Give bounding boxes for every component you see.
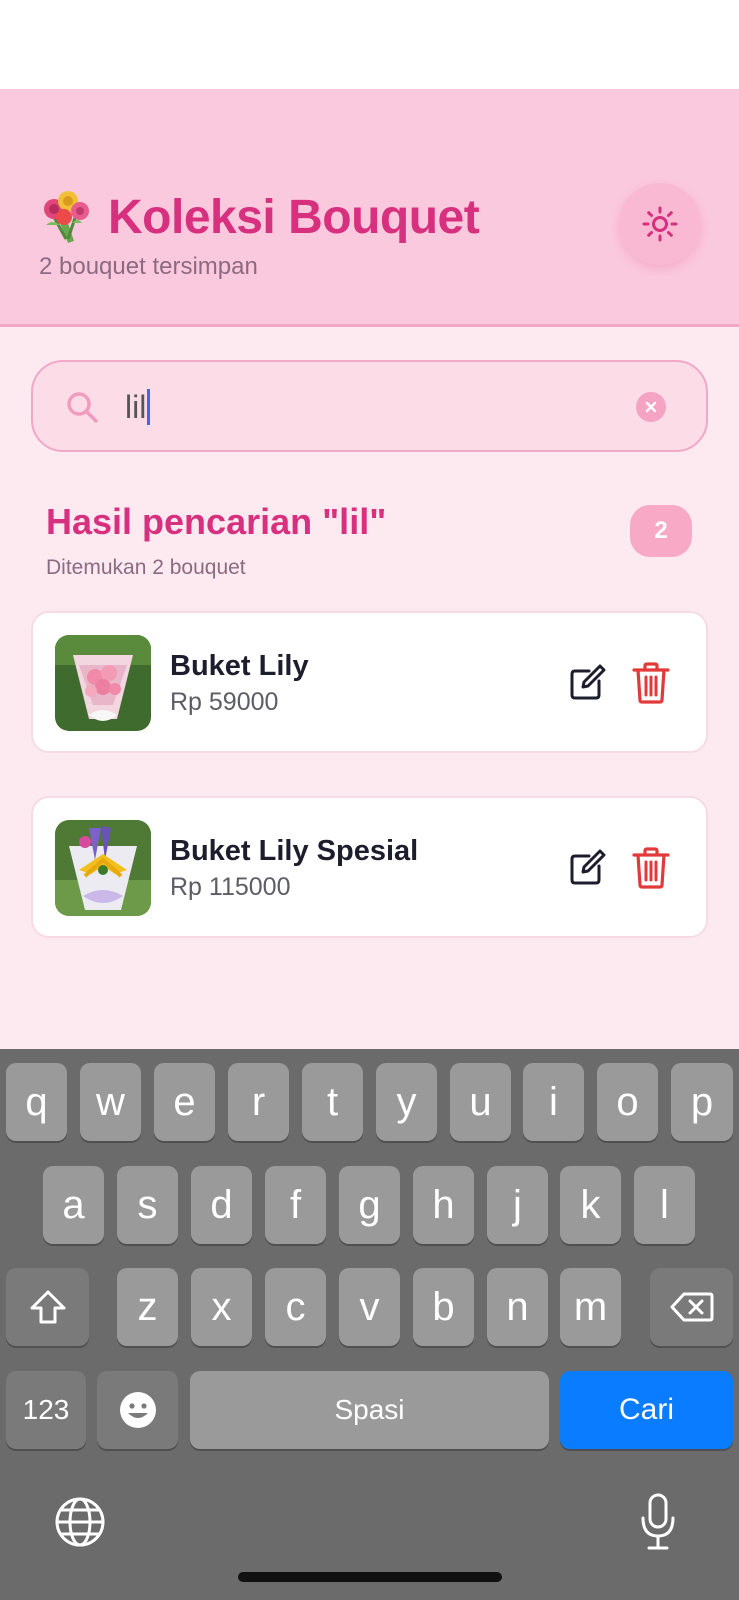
app-header: Koleksi Bouquet 2 bouquet tersimpan	[0, 89, 739, 327]
emoji-icon	[119, 1392, 156, 1428]
key-h[interactable]: h	[413, 1166, 474, 1244]
trash-icon[interactable]	[632, 847, 670, 889]
key-t[interactable]: t	[302, 1063, 363, 1141]
key-q[interactable]: q	[6, 1063, 67, 1141]
backspace-key[interactable]	[650, 1268, 733, 1346]
trash-icon[interactable]	[632, 662, 670, 704]
search-input[interactable]: lil	[31, 360, 708, 452]
results-count-badge: 2	[630, 505, 692, 557]
key-g[interactable]: g	[339, 1166, 400, 1244]
key-p[interactable]: p	[671, 1063, 733, 1141]
key-r[interactable]: r	[228, 1063, 289, 1141]
bouquet-thumbnail	[55, 820, 151, 916]
sun-icon	[642, 206, 678, 242]
key-f[interactable]: f	[265, 1166, 326, 1244]
key-k[interactable]: k	[560, 1166, 621, 1244]
key-u[interactable]: u	[450, 1063, 511, 1141]
key-e[interactable]: e	[154, 1063, 215, 1141]
home-indicator[interactable]	[238, 1572, 502, 1582]
bouquet-icon	[44, 191, 89, 243]
shift-key[interactable]	[6, 1268, 89, 1346]
emoji-key[interactable]	[97, 1371, 178, 1449]
status-bar	[0, 0, 739, 89]
bouquet-name: Buket Lily Spesial	[170, 835, 419, 867]
on-screen-keyboard: q w e r t y u i o p a s d f g h j k l z …	[0, 1049, 739, 1600]
text-caret	[147, 389, 151, 425]
results-subtitle: Ditemukan 2 bouquet	[46, 556, 246, 579]
backspace-icon	[670, 1292, 713, 1322]
microphone-icon[interactable]	[638, 1492, 678, 1552]
bouquet-thumbnail	[55, 635, 151, 731]
key-n[interactable]: n	[487, 1268, 548, 1346]
key-m[interactable]: m	[560, 1268, 621, 1346]
key-d[interactable]: d	[191, 1166, 252, 1244]
space-key[interactable]: Spasi	[190, 1371, 549, 1449]
edit-icon[interactable]	[567, 663, 607, 703]
main-content: lil Hasil pencarian "lil" Ditemukan 2 bo…	[0, 327, 739, 1049]
key-b[interactable]: b	[413, 1268, 474, 1346]
shift-icon	[30, 1290, 65, 1324]
key-j[interactable]: j	[487, 1166, 548, 1244]
search-value[interactable]: lil	[125, 388, 151, 426]
search-icon	[67, 392, 98, 423]
clear-search-button[interactable]	[636, 392, 666, 422]
key-w[interactable]: w	[80, 1063, 141, 1141]
bouquet-count-text: 2 bouquet tersimpan	[39, 253, 258, 280]
numbers-key[interactable]: 123	[6, 1371, 86, 1449]
bouquet-price: Rp 59000	[170, 688, 279, 716]
bouquet-card[interactable]: Buket Lily Spesial Rp 115000	[31, 796, 708, 938]
title-row: Koleksi Bouquet	[38, 189, 480, 245]
key-a[interactable]: a	[43, 1166, 104, 1244]
key-y[interactable]: y	[376, 1063, 437, 1141]
close-icon	[645, 401, 657, 413]
bouquet-card[interactable]: Buket Lily Rp 59000	[31, 611, 708, 753]
search-action-key[interactable]: Cari	[560, 1371, 733, 1449]
key-z[interactable]: z	[117, 1268, 178, 1346]
bouquet-name: Buket Lily	[170, 650, 309, 682]
key-l[interactable]: l	[634, 1166, 695, 1244]
key-x[interactable]: x	[191, 1268, 252, 1346]
key-s[interactable]: s	[117, 1166, 178, 1244]
key-c[interactable]: c	[265, 1268, 326, 1346]
key-i[interactable]: i	[523, 1063, 584, 1141]
key-v[interactable]: v	[339, 1268, 400, 1346]
bouquet-price: Rp 115000	[170, 873, 291, 901]
edit-icon[interactable]	[567, 848, 607, 888]
theme-toggle-button[interactable]	[619, 183, 701, 265]
results-heading: Hasil pencarian "lil"	[46, 501, 387, 542]
globe-icon[interactable]	[54, 1496, 106, 1548]
page-title: Koleksi Bouquet	[108, 190, 480, 244]
search-value-text: lil	[125, 388, 147, 425]
key-o[interactable]: o	[597, 1063, 658, 1141]
